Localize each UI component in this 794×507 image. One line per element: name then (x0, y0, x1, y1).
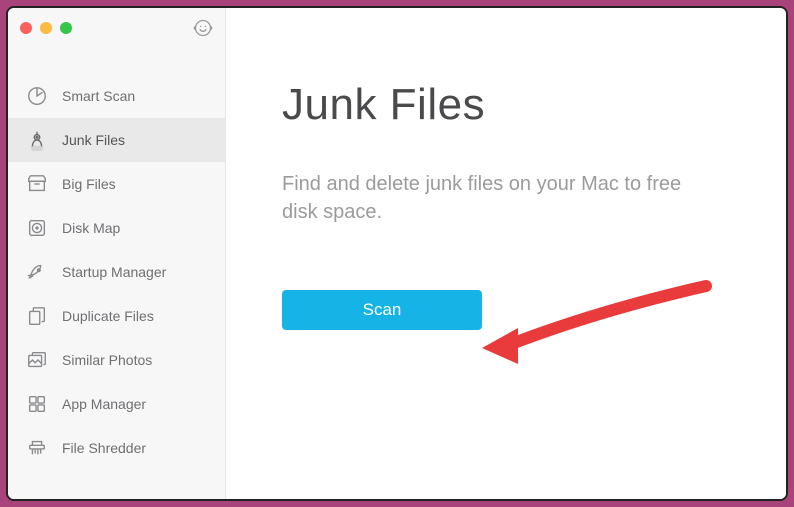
support-icon[interactable] (193, 18, 213, 38)
window-minimize-button[interactable] (40, 22, 52, 34)
sidebar-item-label: Startup Manager (62, 264, 166, 280)
annotation-arrow-icon (476, 276, 716, 376)
app-window: Smart Scan Junk Files (6, 6, 788, 501)
sidebar-item-junk-files[interactable]: Junk Files (8, 118, 225, 162)
sidebar-item-big-files[interactable]: Big Files (8, 162, 225, 206)
sidebar-nav: Smart Scan Junk Files (8, 48, 225, 470)
sidebar-item-duplicate-files[interactable]: Duplicate Files (8, 294, 225, 338)
sidebar-item-similar-photos[interactable]: Similar Photos (8, 338, 225, 382)
sidebar-item-file-shredder[interactable]: File Shredder (8, 426, 225, 470)
disk-icon (26, 217, 48, 239)
sidebar-item-smart-scan[interactable]: Smart Scan (8, 74, 225, 118)
scan-button-label: Scan (363, 300, 402, 320)
cleaner-icon (26, 129, 48, 151)
photos-icon (26, 349, 48, 371)
sidebar-item-label: Junk Files (62, 132, 125, 148)
rocket-icon (26, 261, 48, 283)
sidebar-item-label: Duplicate Files (62, 308, 154, 324)
gauge-icon (26, 85, 48, 107)
titlebar (8, 8, 225, 48)
sidebar-item-app-manager[interactable]: App Manager (8, 382, 225, 426)
shredder-icon (26, 437, 48, 459)
window-maximize-button[interactable] (60, 22, 72, 34)
page-title: Junk Files (282, 80, 730, 130)
sidebar-item-startup-manager[interactable]: Startup Manager (8, 250, 225, 294)
box-icon (26, 173, 48, 195)
sidebar-item-label: App Manager (62, 396, 146, 412)
sidebar: Smart Scan Junk Files (8, 8, 226, 499)
window-close-button[interactable] (20, 22, 32, 34)
page-subtitle: Find and delete junk files on your Mac t… (282, 170, 722, 226)
sidebar-item-label: Smart Scan (62, 88, 135, 104)
sidebar-item-label: Similar Photos (62, 352, 152, 368)
duplicate-icon (26, 305, 48, 327)
sidebar-item-label: Disk Map (62, 220, 120, 236)
sidebar-item-disk-map[interactable]: Disk Map (8, 206, 225, 250)
main-content: Junk Files Find and delete junk files on… (226, 8, 786, 499)
scan-button[interactable]: Scan (282, 290, 482, 330)
apps-icon (26, 393, 48, 415)
sidebar-item-label: File Shredder (62, 440, 146, 456)
traffic-lights (20, 22, 72, 34)
sidebar-item-label: Big Files (62, 176, 116, 192)
